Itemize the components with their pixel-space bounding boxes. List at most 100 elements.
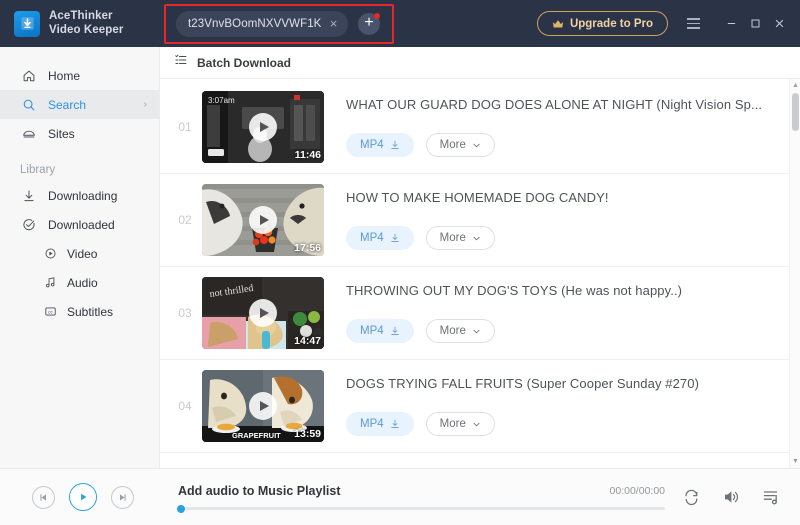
video-info: THROWING OUT MY DOG'S TOYS (He was not h… xyxy=(324,283,800,343)
table-row[interactable]: 03 not thrilled 14:47 THROWING OUT MY DO… xyxy=(160,267,800,360)
sidebar-label-video: Video xyxy=(67,246,98,261)
scrollbar-thumb[interactable] xyxy=(792,93,799,131)
video-title: THROWING OUT MY DOG'S TOYS (He was not h… xyxy=(346,283,683,298)
app-body: Home Search › Sites Library Downloading … xyxy=(0,47,800,468)
play-circle-icon xyxy=(42,247,58,260)
batch-download-bar[interactable]: Batch Download xyxy=(160,47,800,79)
sidebar-item-sites[interactable]: Sites xyxy=(0,119,159,148)
title-bar: AceThinker Video Keeper t23VnvBOomNXVVWF… xyxy=(0,0,800,47)
table-row[interactable]: 02 17:56 HOW TO MAKE HOMEMADE DOG CANDY!… xyxy=(160,174,800,267)
player-track: Add audio to Music Playlist 00:00/00:00 xyxy=(177,484,665,513)
video-thumbnail[interactable]: 3:07am 11:46 xyxy=(202,91,324,163)
repeat-icon[interactable] xyxy=(683,489,700,506)
download-mp4-button[interactable]: MP4 xyxy=(346,412,414,436)
play-button[interactable] xyxy=(69,483,97,511)
check-circle-icon xyxy=(20,218,38,232)
close-button[interactable] xyxy=(768,13,790,35)
chevron-down-icon xyxy=(473,329,480,333)
more-options-button[interactable]: More xyxy=(425,412,495,436)
progress-handle[interactable] xyxy=(177,504,185,513)
search-icon xyxy=(20,98,38,112)
download-mp4-button[interactable]: MP4 xyxy=(346,226,414,250)
sidebar-label-search: Search xyxy=(48,97,87,112)
upgrade-label: Upgrade to Pro xyxy=(569,17,653,30)
hamburger-menu-icon[interactable] xyxy=(680,11,706,37)
minimize-button[interactable] xyxy=(720,13,742,35)
sidebar-item-downloaded[interactable]: Downloaded xyxy=(0,210,159,239)
download-icon xyxy=(390,419,399,428)
brand-line-2: Video Keeper xyxy=(49,23,124,36)
download-icon xyxy=(390,326,399,335)
volume-icon[interactable] xyxy=(722,488,740,506)
app-logo-icon xyxy=(14,10,40,37)
home-icon xyxy=(20,69,38,83)
video-duration: 17:56 xyxy=(294,242,321,254)
crown-icon xyxy=(552,19,564,28)
sidebar-label-subtitles: Subtitles xyxy=(67,304,114,319)
more-options-button[interactable]: More xyxy=(425,226,495,250)
list-checklist-icon xyxy=(174,53,188,72)
video-list: 01 3:07am 11:46 WHAT OUR GUARD DOG DOES … xyxy=(160,79,800,468)
play-overlay-icon[interactable] xyxy=(249,299,277,327)
sidebar-item-downloading[interactable]: Downloading xyxy=(0,181,159,210)
row-index: 03 xyxy=(178,306,192,320)
sidebar-item-subtitles[interactable]: cc Subtitles xyxy=(0,297,159,326)
more-label: More xyxy=(439,325,466,337)
chevron-down-icon xyxy=(473,143,480,147)
titlebar-right-controls: Upgrade to Pro xyxy=(536,11,800,37)
upgrade-to-pro-button[interactable]: Upgrade to Pro xyxy=(536,11,668,36)
video-actions: MP4 More xyxy=(346,319,780,343)
main-content: Batch Download 01 3:07am 11:46 WHAT OUR … xyxy=(160,47,800,468)
row-index: 04 xyxy=(178,399,192,413)
table-row[interactable]: 04 GRAPEFRUIT 13:59 DOGS TRYING FALL FRU… xyxy=(160,360,800,453)
sidebar-section-library: Library xyxy=(20,164,56,176)
chevron-down-icon xyxy=(473,236,480,240)
more-options-button[interactable]: More xyxy=(425,319,495,343)
scroll-down-icon[interactable]: ▼ xyxy=(790,456,800,467)
scroll-up-icon[interactable]: ▲ xyxy=(790,80,800,91)
sidebar-item-video[interactable]: Video xyxy=(0,239,159,268)
play-overlay-icon[interactable] xyxy=(249,206,277,234)
playlist-icon[interactable] xyxy=(762,488,780,506)
chevron-down-icon xyxy=(473,422,480,426)
sidebar-label-downloaded: Downloaded xyxy=(48,217,115,232)
video-actions: MP4 More xyxy=(346,133,780,157)
download-arrow-icon xyxy=(20,189,38,203)
video-thumbnail[interactable]: GRAPEFRUIT 13:59 xyxy=(202,370,324,442)
video-actions: MP4 More xyxy=(346,412,780,436)
mp4-label: MP4 xyxy=(360,418,384,430)
download-mp4-button[interactable]: MP4 xyxy=(346,319,414,343)
video-thumbnail[interactable]: 17:56 xyxy=(202,184,324,256)
more-options-button[interactable]: More xyxy=(425,133,495,157)
row-index: 01 xyxy=(178,120,192,134)
more-label: More xyxy=(439,418,466,430)
music-note-icon xyxy=(42,276,58,289)
sidebar-label-home: Home xyxy=(48,68,81,83)
progress-slider[interactable] xyxy=(177,504,665,513)
table-row[interactable]: 01 3:07am 11:46 WHAT OUR GUARD DOG DOES … xyxy=(160,81,800,174)
sidebar-item-audio[interactable]: Audio xyxy=(0,268,159,297)
maximize-button[interactable] xyxy=(744,13,766,35)
video-title: HOW TO MAKE HOMEMADE DOG CANDY! xyxy=(346,190,609,205)
skip-next-button[interactable] xyxy=(111,485,134,509)
window-controls xyxy=(720,13,790,35)
svg-text:3:07am: 3:07am xyxy=(208,96,235,105)
vertical-scrollbar[interactable]: ▲ ▼ xyxy=(789,79,800,468)
sidebar-item-home[interactable]: Home xyxy=(0,61,159,90)
sidebar-item-search[interactable]: Search › xyxy=(0,90,159,119)
tab-close-icon[interactable]: × xyxy=(325,15,342,32)
app-brand: AceThinker Video Keeper xyxy=(0,10,160,37)
browser-tab[interactable]: t23VnvBOomNXVVWF1K3Z × xyxy=(176,10,348,37)
chevron-right-icon: › xyxy=(143,99,147,110)
svg-text:GRAPEFRUIT: GRAPEFRUIT xyxy=(232,431,281,440)
app-window: AceThinker Video Keeper t23VnvBOomNXVVWF… xyxy=(0,0,800,525)
skip-previous-button[interactable] xyxy=(32,485,55,509)
brand-line-1: AceThinker xyxy=(49,9,113,22)
add-tab-button[interactable]: + xyxy=(358,12,380,35)
download-mp4-button[interactable]: MP4 xyxy=(346,133,414,157)
player-right-controls xyxy=(683,488,780,506)
play-overlay-icon[interactable] xyxy=(249,392,277,420)
video-thumbnail[interactable]: not thrilled 14:47 xyxy=(202,277,324,349)
play-overlay-icon[interactable] xyxy=(249,113,277,141)
video-title: DOGS TRYING FALL FRUITS (Super Cooper Su… xyxy=(346,376,700,391)
